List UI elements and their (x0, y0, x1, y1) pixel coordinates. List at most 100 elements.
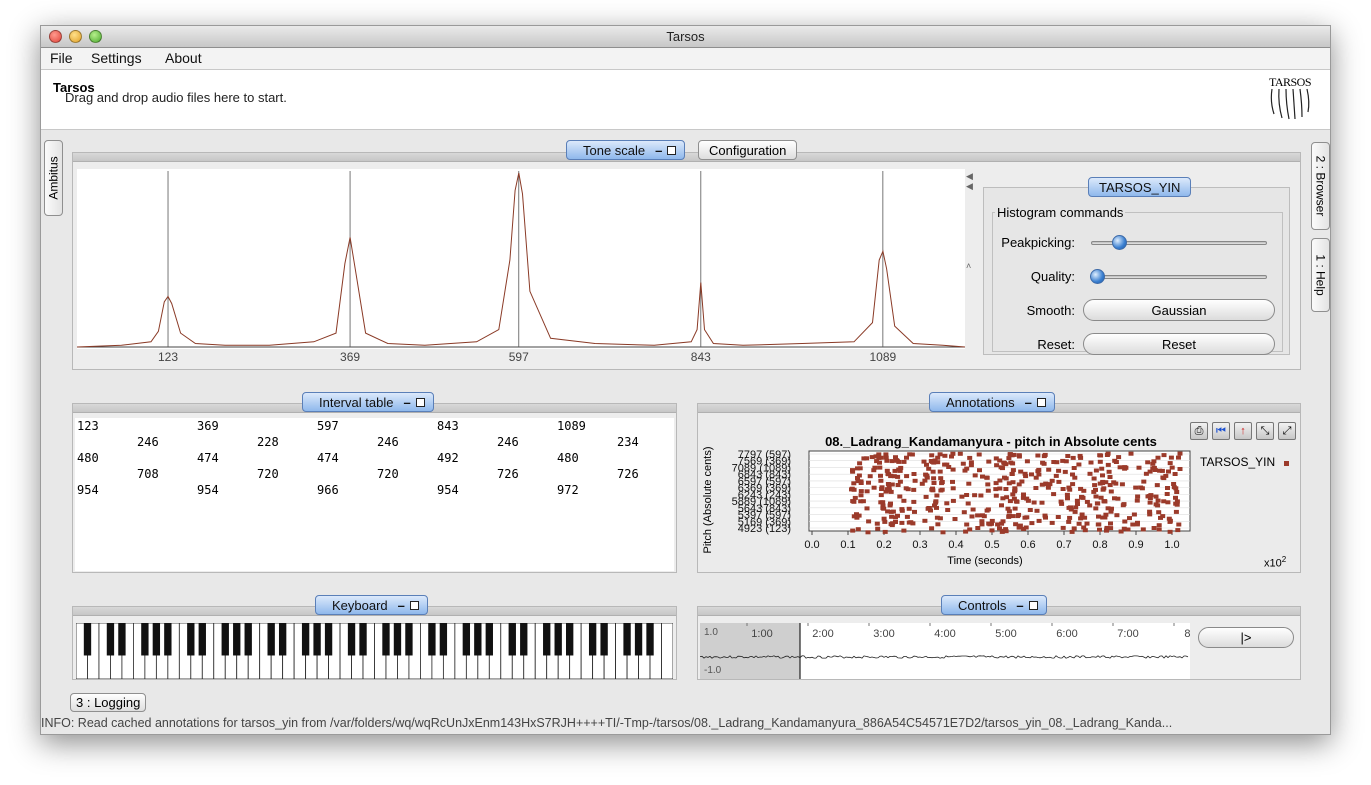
annotation-point (967, 527, 973, 532)
menu-bar: File Settings About (41, 48, 1330, 70)
print-icon[interactable]: ⎙ (1190, 422, 1208, 440)
black-key[interactable] (233, 623, 241, 656)
annotation-point (1108, 509, 1114, 514)
minimize-icon[interactable]: – (398, 598, 405, 613)
interval-cell: 234 (617, 435, 639, 449)
black-key[interactable] (520, 623, 528, 656)
tab-keyboard[interactable]: Keyboard – (315, 595, 428, 615)
black-key[interactable] (83, 623, 92, 656)
black-key[interactable] (152, 623, 161, 656)
black-key[interactable] (267, 623, 275, 656)
zoom-window-button[interactable] (89, 30, 102, 43)
annotation-point (1093, 494, 1099, 499)
black-key[interactable] (359, 623, 367, 656)
tab-configuration[interactable]: Configuration (698, 140, 798, 160)
play-button[interactable]: |> (1198, 627, 1294, 648)
black-key[interactable] (600, 623, 608, 656)
black-key[interactable] (543, 623, 551, 656)
black-key[interactable] (634, 623, 643, 656)
minimize-icon[interactable]: – (655, 143, 662, 158)
black-key[interactable] (324, 623, 333, 656)
minimize-window-button[interactable] (69, 30, 82, 43)
black-key[interactable] (278, 623, 287, 656)
annotation-point (1177, 451, 1183, 456)
black-key[interactable] (301, 623, 310, 656)
add-annotation-icon[interactable]: ↑ (1234, 422, 1252, 440)
drop-zone[interactable]: Drag and drop audio files here to start.… (41, 70, 1330, 130)
maximize-icon[interactable] (1036, 397, 1046, 407)
menu-settings[interactable]: Settings (91, 50, 142, 66)
black-key[interactable] (118, 623, 126, 656)
browser-side-tab[interactable]: 2 : Browser (1311, 142, 1330, 230)
scroll-arrows[interactable]: ◀ ◀ ˄ (966, 171, 973, 271)
black-key[interactable] (141, 623, 149, 656)
annotation-point (975, 513, 981, 518)
help-side-tab[interactable]: 1 : Help (1311, 238, 1330, 312)
annotation-point (923, 494, 929, 499)
minimize-icon[interactable]: – (1016, 598, 1023, 613)
tab-tarsos-yin[interactable]: TARSOS_YIN (1088, 177, 1192, 197)
annotation-point (884, 458, 890, 463)
black-key[interactable] (508, 623, 516, 656)
tab-tone-scale[interactable]: Tone scale – (566, 140, 686, 160)
black-key[interactable] (198, 623, 206, 656)
black-key[interactable] (221, 623, 229, 656)
black-key[interactable] (462, 623, 471, 656)
black-key[interactable] (187, 623, 195, 656)
annotation-point (1071, 526, 1077, 531)
annotation-point (975, 526, 981, 530)
maximize-icon[interactable] (409, 600, 419, 610)
minimize-icon[interactable]: – (403, 395, 410, 410)
black-key[interactable] (623, 623, 631, 656)
annotation-point (934, 515, 940, 520)
reset-button[interactable]: Reset (1083, 333, 1275, 355)
histogram-tick-label: 843 (691, 350, 711, 364)
black-key[interactable] (244, 623, 252, 656)
tab-interval-table[interactable]: Interval table – (302, 392, 434, 412)
peakpicking-slider-knob[interactable] (1112, 235, 1128, 250)
annotation-point (893, 455, 898, 460)
tab-controls[interactable]: Controls – (941, 595, 1047, 615)
quality-slider-knob[interactable] (1090, 269, 1105, 284)
black-key[interactable] (347, 623, 356, 656)
rewind-icon[interactable]: ⏮ (1212, 422, 1230, 440)
black-key[interactable] (485, 623, 493, 656)
amp-top-label: 1.0 (704, 627, 718, 638)
zoom-in-icon[interactable]: ⤡ (1256, 422, 1274, 440)
piano-keyboard[interactable] (76, 623, 673, 679)
logging-tab[interactable]: 3 : Logging (70, 693, 147, 712)
menu-file[interactable]: File (50, 50, 73, 66)
black-key[interactable] (164, 623, 172, 656)
maximize-icon[interactable] (415, 397, 425, 407)
maximize-icon[interactable] (667, 145, 677, 155)
quality-slider[interactable] (1091, 275, 1267, 279)
black-key[interactable] (566, 623, 574, 656)
annotation-point (1049, 478, 1055, 483)
gaussian-button[interactable]: Gaussian (1083, 299, 1275, 321)
black-key[interactable] (393, 623, 402, 656)
black-key[interactable] (405, 623, 413, 656)
black-key[interactable] (554, 623, 562, 656)
interval-cell: 1089 (557, 419, 586, 433)
annotation-point (1045, 485, 1051, 490)
ambitus-side-tab[interactable]: Ambitus (44, 140, 63, 216)
black-key[interactable] (106, 623, 115, 656)
menu-about[interactable]: About (165, 50, 202, 66)
waveform-view[interactable]: 1.0 -1.0 1:00 2:00 3:00 4:00 5:00 6:00 7:00 8: (700, 623, 1190, 679)
maximize-icon[interactable] (1028, 600, 1038, 610)
black-key[interactable] (313, 623, 321, 656)
black-key[interactable] (474, 623, 482, 656)
black-key[interactable] (588, 623, 597, 656)
black-key[interactable] (428, 623, 436, 656)
black-key[interactable] (382, 623, 390, 656)
tab-annotations[interactable]: Annotations – (929, 392, 1055, 412)
white-key[interactable] (661, 623, 673, 679)
black-key[interactable] (439, 623, 448, 656)
close-window-button[interactable] (49, 30, 62, 43)
annotation-point (882, 529, 888, 534)
black-key[interactable] (646, 623, 654, 656)
scatter-x-tick: 0.8 (1092, 539, 1107, 551)
minimize-icon[interactable]: – (1025, 395, 1032, 410)
zoom-out-icon[interactable]: ⤢ (1278, 422, 1296, 440)
amp-bottom-label: -1.0 (704, 665, 722, 676)
